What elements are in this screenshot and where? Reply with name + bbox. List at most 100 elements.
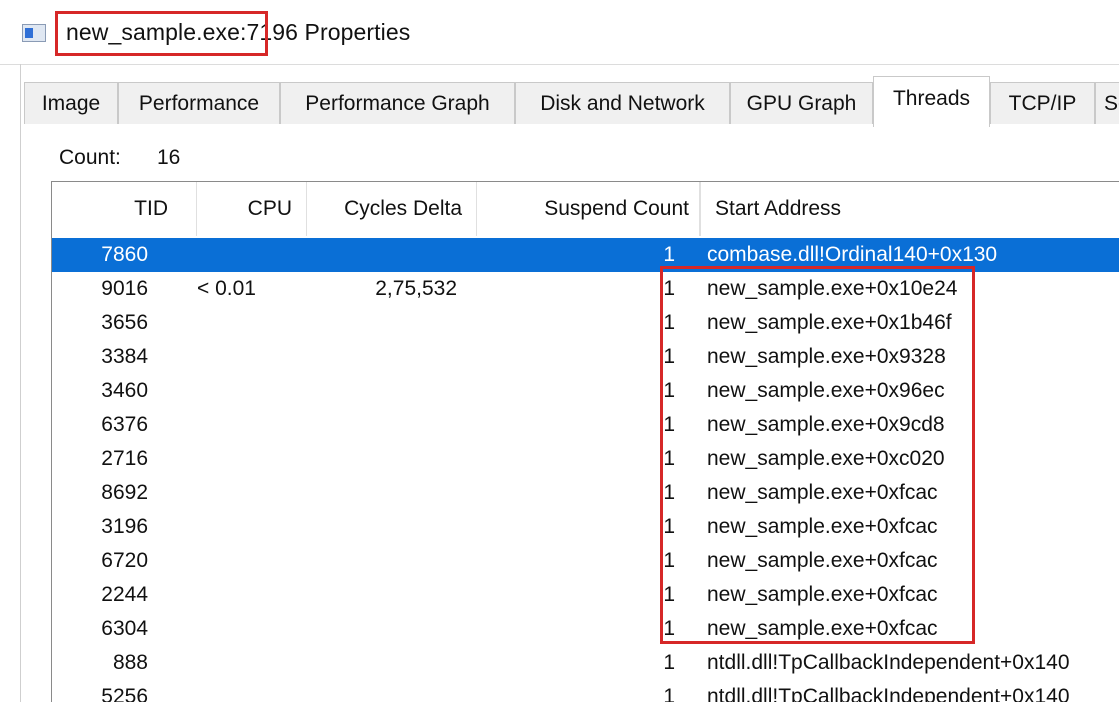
cell-suspend-count: 1 [663,583,675,606]
tab-gpu-graph[interactable]: GPU Graph [730,82,873,124]
threads-list-header: TID CPU Cycles Delta Suspend Count Start… [52,182,1119,236]
cell-suspend-count: 1 [663,413,675,436]
cell-start-address: new_sample.exe+0xfcac [707,549,938,572]
threads-list[interactable]: TID CPU Cycles Delta Suspend Count Start… [51,181,1119,702]
cell-start-address: new_sample.exe+0xfcac [707,583,938,606]
cell-suspend-count: 1 [663,311,675,334]
cell-start-address: new_sample.exe+0xfcac [707,515,938,538]
cell-cpu [197,442,307,476]
cell-cpu [197,306,307,340]
cell-suspend-count: 1 [663,345,675,368]
properties-window: new_sample.exe:7196 Properties Image Per… [0,0,1119,702]
cell-suspend-count: 1 [663,243,675,266]
cell-cycles-delta [307,680,457,702]
cell-suspend-count: 1 [663,277,675,300]
title-highlight-box [55,11,268,56]
table-row[interactable]: 3460 1 new_sample.exe+0x96ec [52,374,1119,408]
cell-start-address: ntdll.dll!TpCallbackIndependent+0x140 [707,651,1070,674]
cell-cycles-delta [307,544,457,578]
cell-tid: 888 [112,651,148,674]
cell-cycles-delta: 2,75,532 [375,277,457,300]
cell-tid: 5256 [101,685,148,702]
window-frame-edge [20,64,21,702]
column-header-suspend-count[interactable]: Suspend Count [477,182,700,236]
cell-cpu [197,544,307,578]
table-row[interactable]: 888 1 ntdll.dll!TpCallbackIndependent+0x… [52,646,1119,680]
cell-cpu [197,476,307,510]
column-header-start-address[interactable]: Start Address [700,182,1119,236]
tab-threads[interactable]: Threads [873,76,990,127]
table-row[interactable]: 3196 1 new_sample.exe+0xfcac [52,510,1119,544]
cell-tid: 3196 [101,515,148,538]
column-header-cycles-delta[interactable]: Cycles Delta [307,182,477,236]
table-row[interactable]: 9016 < 0.01 2,75,532 1 new_sample.exe+0x… [52,272,1119,306]
cell-tid: 2244 [101,583,148,606]
cell-cycles-delta [307,408,457,442]
table-row[interactable]: 6304 1 new_sample.exe+0xfcac [52,612,1119,646]
cell-suspend-count: 1 [663,379,675,402]
cell-cpu [197,612,307,646]
cell-start-address: new_sample.exe+0x1b46f [707,311,952,334]
cell-suspend-count: 1 [663,515,675,538]
thread-count-value: 16 [157,146,181,169]
tab-performance[interactable]: Performance [118,82,280,124]
cell-suspend-count: 1 [663,685,675,702]
column-header-tid[interactable]: TID [52,182,197,236]
cell-cpu [197,340,307,374]
cell-tid: 3460 [101,379,148,402]
cell-cpu [197,680,307,702]
cell-start-address: new_sample.exe+0x96ec [707,379,945,402]
tab-tcp-ip[interactable]: TCP/IP [990,82,1095,124]
thread-count-label: Count: [59,146,121,169]
cell-cycles-delta [307,238,457,272]
cell-cycles-delta [307,442,457,476]
cell-tid: 2716 [101,447,148,470]
cell-cycles-delta [307,340,457,374]
tab-disk-and-network[interactable]: Disk and Network [515,82,730,124]
cell-tid: 8692 [101,481,148,504]
tab-performance-graph[interactable]: Performance Graph [280,82,515,124]
cell-cycles-delta [307,510,457,544]
cell-cycles-delta [307,578,457,612]
cell-cycles-delta [307,374,457,408]
cell-start-address: new_sample.exe+0x9cd8 [707,413,945,436]
table-row[interactable]: 2716 1 new_sample.exe+0xc020 [52,442,1119,476]
cell-tid: 3656 [101,311,148,334]
table-row[interactable]: 5256 1 ntdll.dll!TpCallbackIndependent+0… [52,680,1119,702]
table-row[interactable]: 7860 1 combase.dll!Ordinal140+0x130 [52,238,1119,272]
cell-start-address: new_sample.exe+0xfcac [707,617,938,640]
cell-suspend-count: 1 [663,549,675,572]
table-row[interactable]: 8692 1 new_sample.exe+0xfcac [52,476,1119,510]
cell-cpu [197,646,307,680]
cell-start-address: new_sample.exe+0xc020 [707,447,945,470]
cell-start-address: combase.dll!Ordinal140+0x130 [707,243,998,266]
cell-tid: 6304 [101,617,148,640]
cell-cycles-delta [307,306,457,340]
cell-suspend-count: 1 [663,481,675,504]
tab-strip: Image Performance Performance Graph Disk… [24,76,1119,127]
cell-tid: 9016 [101,277,148,300]
cell-cpu [197,374,307,408]
cell-suspend-count: 1 [663,651,675,674]
cell-start-address: new_sample.exe+0x10e24 [707,277,958,300]
cell-cpu [197,408,307,442]
table-row[interactable]: 3384 1 new_sample.exe+0x9328 [52,340,1119,374]
tab-security-partial[interactable]: Se [1095,82,1119,124]
cell-start-address: ntdll.dll!TpCallbackIndependent+0x140 [707,685,1070,702]
column-header-cpu[interactable]: CPU [197,182,307,236]
cell-tid: 6376 [101,413,148,436]
table-row[interactable]: 3656 1 new_sample.exe+0x1b46f [52,306,1119,340]
cell-cycles-delta [307,646,457,680]
cell-suspend-count: 1 [663,447,675,470]
cell-cycles-delta [307,476,457,510]
cell-suspend-count: 1 [663,617,675,640]
cell-tid: 6720 [101,549,148,572]
tab-image[interactable]: Image [24,82,118,124]
cell-tid: 7860 [101,243,148,266]
cell-tid: 3384 [101,345,148,368]
title-bar[interactable]: new_sample.exe:7196 Properties [0,0,1119,65]
cell-cpu: < 0.01 [197,277,256,300]
table-row[interactable]: 2244 1 new_sample.exe+0xfcac [52,578,1119,612]
table-row[interactable]: 6720 1 new_sample.exe+0xfcac [52,544,1119,578]
table-row[interactable]: 6376 1 new_sample.exe+0x9cd8 [52,408,1119,442]
